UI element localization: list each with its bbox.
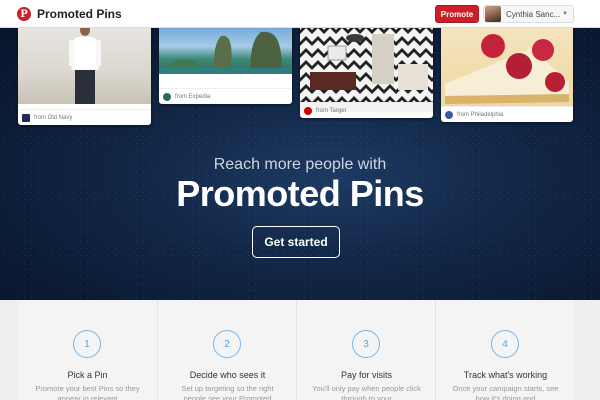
old-navy-icon bbox=[22, 113, 30, 122]
top-bar: P Promoted Pins Promote Cynthia Sanc... … bbox=[0, 0, 600, 28]
cheesecake-berries-image bbox=[445, 33, 569, 104]
man-in-white-shirt-image bbox=[69, 28, 101, 104]
step-pay-for-visits: 3 Pay for visits You'll only pay when pe… bbox=[296, 300, 435, 400]
philadelphia-icon bbox=[445, 110, 453, 119]
step-title: Pick a Pin bbox=[67, 370, 108, 380]
user-name: Cynthia Sanc... bbox=[506, 9, 561, 19]
step-title: Pay for visits bbox=[340, 370, 392, 380]
step-description: Promote your best Pins so they appear in… bbox=[35, 384, 140, 400]
step-decide-who-sees-it: 2 Decide who sees it Set up targeting so… bbox=[157, 300, 296, 400]
user-menu[interactable]: Cynthia Sanc... ▼ bbox=[483, 5, 574, 23]
steps-container: 1 Pick a Pin Promote your best Pins so t… bbox=[18, 300, 574, 400]
pin-image bbox=[159, 28, 292, 74]
get-started-button[interactable]: Get started bbox=[252, 226, 340, 258]
step-number-badge: 3 bbox=[352, 330, 380, 358]
step-pick-a-pin: 1 Pick a Pin Promote your best Pins so t… bbox=[18, 300, 157, 400]
pin-source: from Philadelphia bbox=[441, 106, 573, 122]
step-description: Once your campaign starts, see how it's … bbox=[452, 384, 559, 400]
pin-source: from Expedia bbox=[159, 88, 292, 104]
steps-section: 1 Pick a Pin Promote your best Pins so t… bbox=[0, 300, 600, 400]
promote-button[interactable]: Promote bbox=[435, 5, 479, 23]
pin-image bbox=[441, 28, 573, 106]
pin-card-old-navy[interactable]: from Old Navy bbox=[18, 28, 151, 125]
step-title: Track what's working bbox=[463, 370, 548, 380]
pin-card-philadelphia[interactable]: from Philadelphia bbox=[441, 28, 573, 122]
hero-subtitle: Reach more people with bbox=[213, 156, 387, 173]
chevron-wallpaper-room-image bbox=[300, 28, 433, 102]
expedia-icon bbox=[163, 92, 171, 101]
pin-source: from Target bbox=[300, 102, 433, 118]
step-track-whats-working: 4 Track what's working Once your campaig… bbox=[435, 300, 574, 400]
chevron-down-icon: ▼ bbox=[562, 11, 568, 17]
hero-title: Promoted Pins bbox=[176, 173, 424, 214]
avatar bbox=[485, 6, 501, 22]
pinterest-logo-icon[interactable]: P bbox=[17, 7, 31, 21]
target-icon bbox=[304, 106, 312, 115]
step-title: Decide who sees it bbox=[189, 370, 266, 380]
step-description: You'll only pay when people click throug… bbox=[312, 384, 421, 400]
hero-section: from Old Navy from Expedia from Target f… bbox=[0, 28, 600, 300]
pin-image bbox=[300, 28, 433, 112]
pin-card-target[interactable]: from Target bbox=[300, 28, 433, 118]
step-number-badge: 2 bbox=[213, 330, 241, 358]
pin-card-expedia[interactable]: from Expedia bbox=[159, 28, 292, 104]
pin-image bbox=[18, 28, 151, 104]
step-number-badge: 4 bbox=[491, 330, 519, 358]
step-number-badge: 1 bbox=[73, 330, 101, 358]
step-description: Set up targeting so the right people see… bbox=[181, 384, 274, 400]
pin-source: from Old Navy bbox=[18, 109, 151, 125]
app-title: Promoted Pins bbox=[37, 7, 122, 21]
island-rocks-image bbox=[159, 31, 292, 74]
